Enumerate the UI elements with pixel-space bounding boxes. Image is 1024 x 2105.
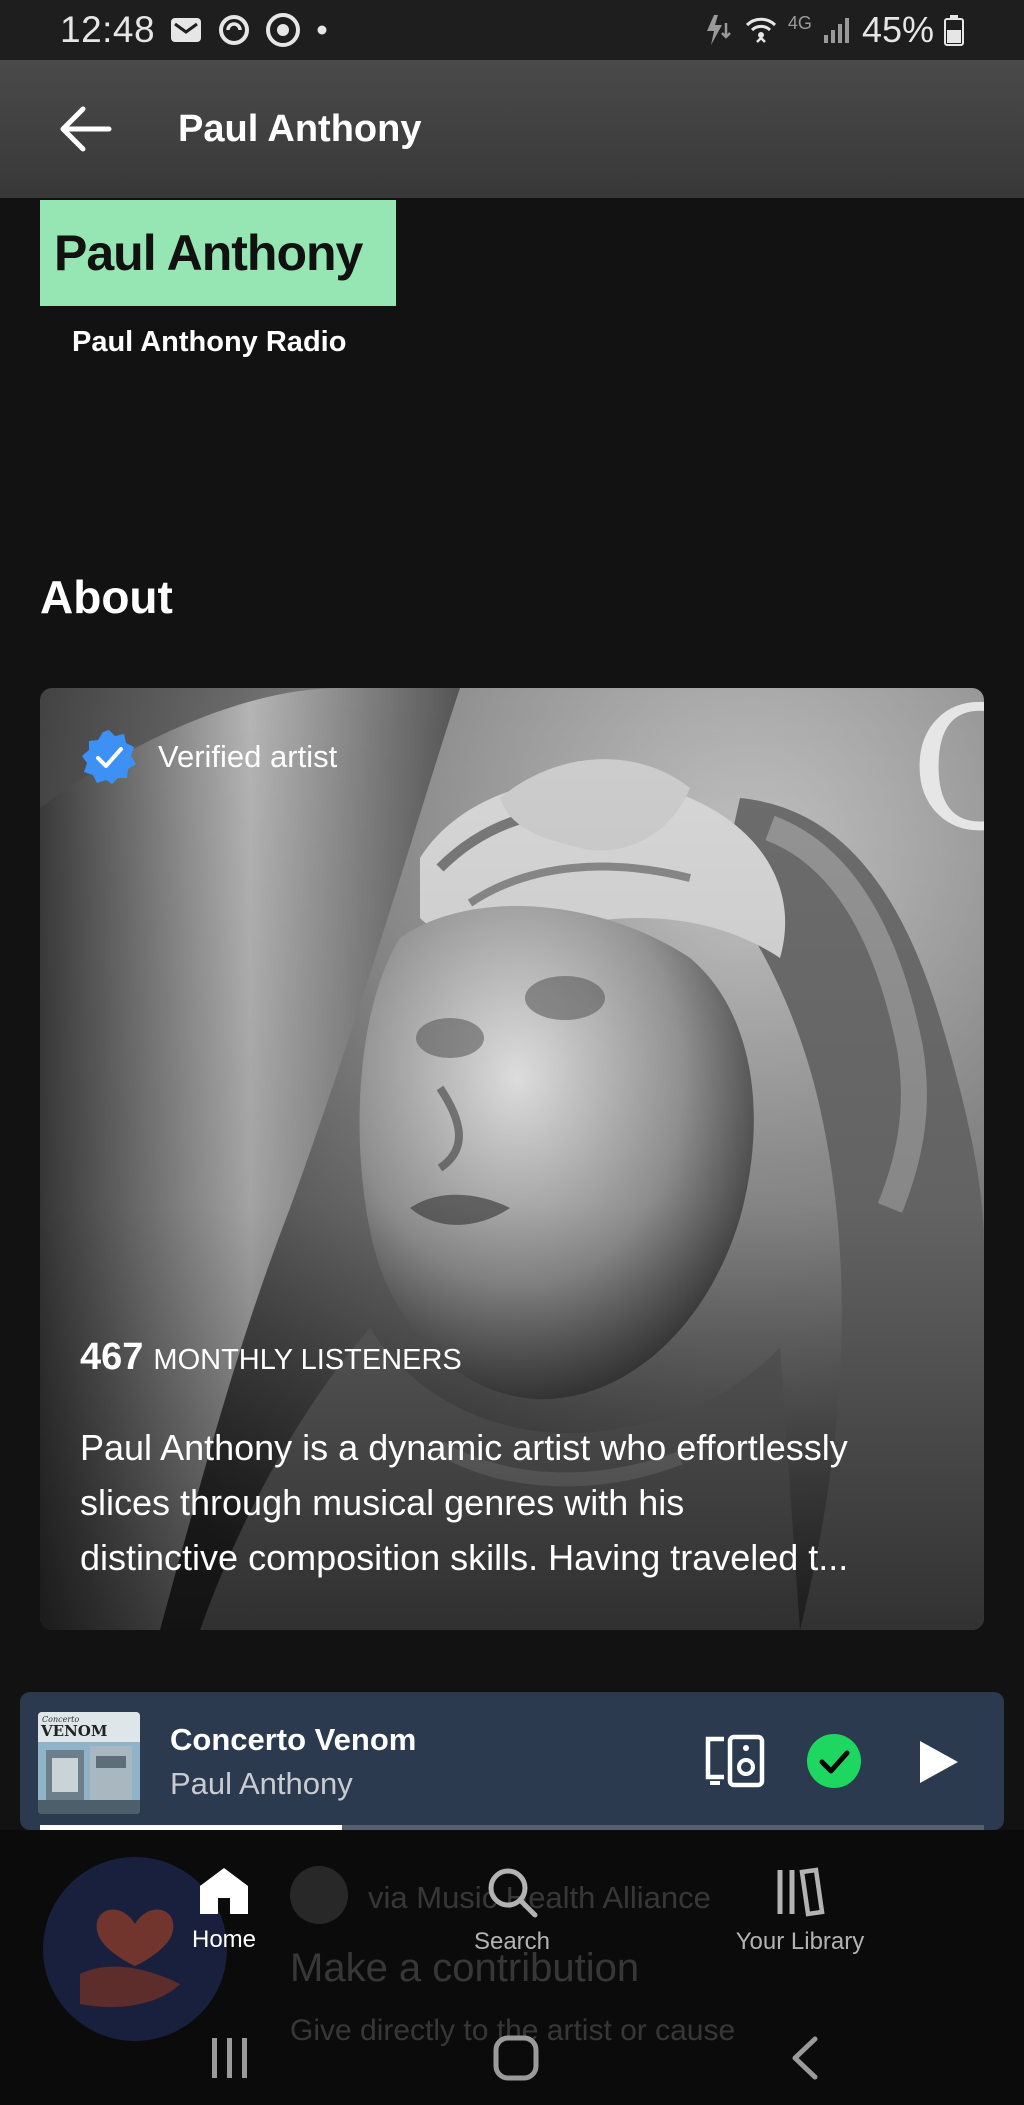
artist-radio-card[interactable]: Paul Anthony xyxy=(40,200,396,306)
album-art-title: VENOM xyxy=(40,1722,107,1740)
bottom-navigation: Home Search Your Library xyxy=(0,1830,1024,1990)
nav-home[interactable]: Home xyxy=(174,1866,274,1954)
battery-percent: 45% xyxy=(861,9,934,50)
status-bar: 12:48 4G 45% xyxy=(0,0,1024,60)
bio-line: distinctive composition skills. Having t… xyxy=(80,1537,849,1578)
status-time: 12:48 xyxy=(60,9,156,50)
listeners-label: MONTHLY LISTENERS xyxy=(153,1344,462,1376)
target-icon xyxy=(265,12,301,48)
nav-home-label: Home xyxy=(191,1926,257,1953)
radio-card-title: Paul Anthony xyxy=(54,225,363,281)
home-icon xyxy=(200,1868,248,1914)
data-transfer-icon xyxy=(702,13,734,47)
album-art: Concerto VENOM xyxy=(38,1712,140,1814)
check-circle-icon xyxy=(807,1734,861,1788)
monthly-listeners: 467 MONTHLY LISTENERS xyxy=(80,1336,462,1379)
verified-label: Verified artist xyxy=(158,739,338,774)
nav-search-label: Search xyxy=(473,1928,551,1955)
sync-icon xyxy=(217,13,251,47)
about-heading: About xyxy=(40,571,173,623)
arrow-left-icon xyxy=(60,106,112,152)
verified-badge: Verified artist xyxy=(80,728,337,786)
artist-bio: Paul Anthony is a dynamic artist who eff… xyxy=(80,1420,960,1585)
recents-button[interactable] xyxy=(200,2028,260,2088)
system-navigation-bar xyxy=(0,2008,1024,2105)
watermark-letter: O xyxy=(910,688,984,869)
chevron-left-icon xyxy=(792,2036,818,2080)
back-system-button[interactable] xyxy=(774,2028,834,2088)
about-card[interactable]: O Verified artist 467 MONTHLY LISTENERS … xyxy=(40,688,984,1630)
track-artist: Paul Anthony xyxy=(170,1766,353,1801)
speaker-device-icon xyxy=(705,1734,765,1788)
nav-library-label: Your Library xyxy=(735,1928,865,1955)
bio-line: Paul Anthony is a dynamic artist who eff… xyxy=(80,1427,848,1468)
page-title: Paul Anthony xyxy=(178,107,422,150)
bottom-area: via Music Health Alliance Make a contrib… xyxy=(0,1830,1024,2105)
home-system-button[interactable] xyxy=(486,2028,546,2088)
signal-icon xyxy=(822,15,852,45)
play-button[interactable] xyxy=(910,1736,966,1788)
verified-check-icon xyxy=(82,730,136,784)
bio-line: slices through musical genres with his xyxy=(80,1482,685,1523)
recents-icon xyxy=(212,2038,247,2078)
listeners-count: 467 xyxy=(80,1336,144,1378)
home-outline-icon xyxy=(493,2035,539,2081)
top-app-bar: Paul Anthony xyxy=(0,60,1024,198)
connect-device-button[interactable] xyxy=(700,1728,770,1794)
mail-icon xyxy=(169,15,203,45)
play-icon xyxy=(920,1741,958,1783)
nav-search[interactable]: Search xyxy=(462,1866,562,1956)
saved-to-library-button[interactable] xyxy=(806,1733,862,1789)
album-art-image: Concerto VENOM xyxy=(38,1712,140,1814)
mini-player[interactable]: Concerto VENOM Concerto Venom Paul Antho… xyxy=(20,1692,1004,1830)
artist-page-content: Paul Anthony Paul Anthony Radio About O … xyxy=(0,198,1024,1692)
back-button[interactable] xyxy=(40,84,130,174)
radio-label[interactable]: Paul Anthony Radio xyxy=(72,326,346,359)
network-type: 4G xyxy=(787,12,812,33)
search-icon xyxy=(488,1868,538,1918)
nav-library[interactable]: Your Library xyxy=(724,1866,876,1956)
dot-icon xyxy=(315,23,329,37)
track-title: Concerto Venom xyxy=(170,1722,417,1757)
wifi-icon xyxy=(744,13,778,47)
battery-icon xyxy=(944,14,964,46)
library-icon xyxy=(777,1867,825,1917)
